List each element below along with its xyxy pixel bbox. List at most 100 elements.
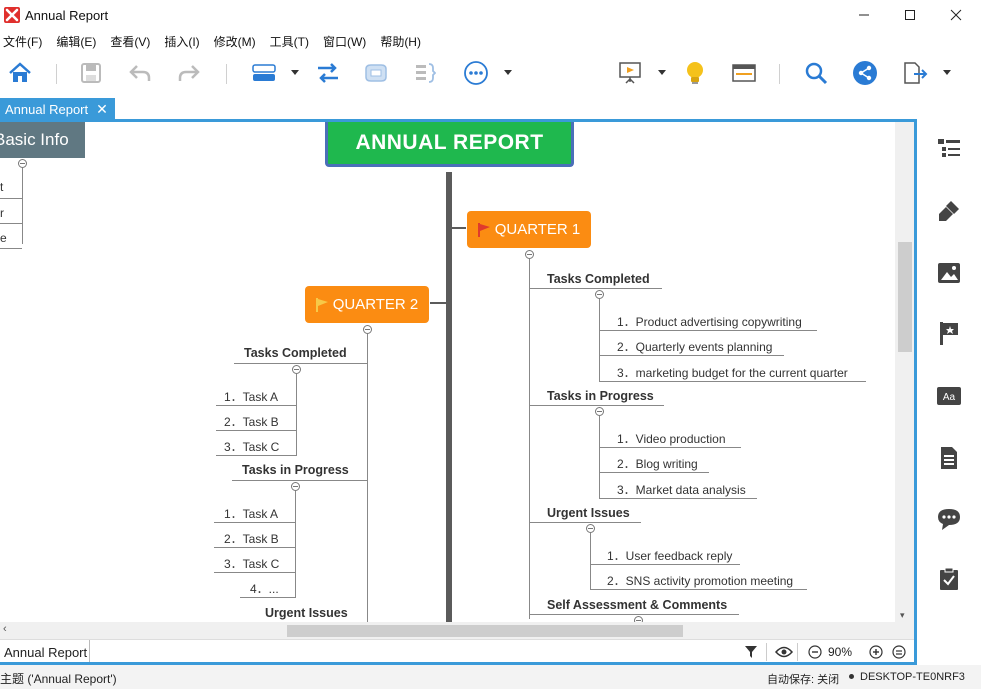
collapse-toggle[interactable] <box>595 407 604 416</box>
task-icon[interactable] <box>936 566 962 592</box>
redo-icon[interactable] <box>175 58 203 88</box>
home-icon[interactable] <box>6 58 34 88</box>
collapse-toggle[interactable] <box>291 482 300 491</box>
title-bar: Annual Report <box>0 0 981 30</box>
topic-quarter-2[interactable]: QUARTER 2 <box>305 286 429 323</box>
list-item[interactable]: 1．Product advertising copywriting <box>617 313 802 330</box>
document-tab[interactable]: Annual Report ✕ <box>0 98 115 120</box>
main-trunk-line <box>446 172 452 622</box>
subtopic-urgent-issues[interactable]: Urgent Issues <box>265 606 348 620</box>
list-item[interactable]: 3．Market data analysis <box>617 481 746 498</box>
sheet-bar: Annual Report 90% <box>0 639 914 662</box>
collapse-toggle[interactable] <box>18 159 27 168</box>
subtopic-tasks-completed[interactable]: Tasks Completed <box>244 346 347 360</box>
zoom-in-icon[interactable] <box>869 645 883 662</box>
subtopic-self-assessment[interactable]: Self Assessment & Comments <box>547 598 727 612</box>
collapse-toggle[interactable] <box>363 325 372 334</box>
close-button[interactable] <box>933 0 979 30</box>
toolbar-separator <box>226 64 227 84</box>
menu-insert[interactable]: 插入(I) <box>164 33 199 50</box>
basic-info-item[interactable]: e <box>0 231 7 245</box>
subtopic-tasks-in-progress[interactable]: Tasks in Progress <box>547 389 654 403</box>
horizontal-scrollbar[interactable]: ‹ <box>0 622 914 639</box>
vertical-scroll-thumb[interactable] <box>898 242 912 352</box>
presentation-icon[interactable] <box>616 58 644 88</box>
list-item[interactable]: 2．SNS activity promotion meeting <box>607 572 793 589</box>
brainstorm-icon[interactable] <box>681 58 709 88</box>
relationship-icon[interactable] <box>314 58 342 88</box>
topic-basic-info[interactable]: Basic Info <box>0 122 85 158</box>
central-topic[interactable]: ANNUAL REPORT <box>325 122 574 167</box>
list-item[interactable]: 3．marketing budget for the current quart… <box>617 364 848 381</box>
collapse-toggle[interactable] <box>292 365 301 374</box>
zoom-out-icon[interactable] <box>808 645 822 662</box>
menu-view[interactable]: 查看(V) <box>110 33 150 50</box>
subtopic-urgent-issues[interactable]: Urgent Issues <box>547 506 630 520</box>
basic-info-item[interactable]: r <box>0 206 4 220</box>
topic-icon[interactable] <box>250 58 278 88</box>
menu-edit[interactable]: 编辑(E) <box>56 33 96 50</box>
menu-file[interactable]: 文件(F) <box>3 33 42 50</box>
minimize-button[interactable] <box>841 0 887 30</box>
list-item[interactable]: 2．Quarterly events planning <box>617 338 772 355</box>
quarter-1-label: QUARTER 1 <box>494 221 581 238</box>
text-style-icon[interactable]: Aa <box>936 383 962 409</box>
comment-icon[interactable] <box>936 506 962 532</box>
list-item[interactable]: 1．Task A <box>224 388 278 405</box>
more-dropdown-icon[interactable] <box>504 70 512 75</box>
list-item[interactable]: 2．Blog writing <box>617 455 698 472</box>
collapse-toggle[interactable] <box>595 290 604 299</box>
image-icon[interactable] <box>936 260 962 286</box>
status-autosave[interactable]: 自动保存: 关闭 <box>767 671 839 687</box>
list-item[interactable]: 1．Task A <box>224 505 278 522</box>
list-item[interactable]: 1．User feedback reply <box>607 547 732 564</box>
menu-modify[interactable]: 修改(M) <box>214 33 256 50</box>
list-item[interactable]: 3．Task C <box>224 555 279 572</box>
subtopic-tasks-completed[interactable]: Tasks Completed <box>547 272 650 286</box>
topic-dropdown-icon[interactable] <box>291 70 299 75</box>
search-icon[interactable] <box>802 58 830 88</box>
mindmap-canvas[interactable]: Basic Info t r e ANNUAL REPORT QUARTER 1… <box>0 122 914 622</box>
outline-icon[interactable] <box>936 135 962 161</box>
collapse-toggle[interactable] <box>525 250 534 259</box>
list-item[interactable]: 2．Task B <box>224 413 279 430</box>
list-item[interactable]: 3．Task C <box>224 438 279 455</box>
share-icon[interactable] <box>851 58 879 88</box>
sheet-tab[interactable]: Annual Report <box>0 640 90 662</box>
scroll-down-icon[interactable]: ▾ <box>900 610 905 621</box>
collapse-toggle[interactable] <box>586 524 595 533</box>
format-brush-icon[interactable] <box>936 198 962 224</box>
filter-icon[interactable] <box>744 645 758 662</box>
more-icon[interactable] <box>462 58 490 88</box>
presentation-dropdown-icon[interactable] <box>658 70 666 75</box>
topic-quarter-1[interactable]: QUARTER 1 <box>467 211 591 248</box>
boundary-icon[interactable] <box>362 58 390 88</box>
menu-window[interactable]: 窗口(W) <box>323 33 366 50</box>
save-icon[interactable] <box>77 58 105 88</box>
export-dropdown-icon[interactable] <box>943 70 951 75</box>
outliner-icon[interactable] <box>730 58 758 88</box>
menu-help[interactable]: 帮助(H) <box>380 33 421 50</box>
list-item[interactable]: 2．Task B <box>224 530 279 547</box>
undo-icon[interactable] <box>126 58 154 88</box>
scroll-left-icon[interactable]: ‹ <box>3 623 7 635</box>
notes-icon[interactable] <box>936 445 962 471</box>
maximize-button[interactable] <box>887 0 933 30</box>
summary-icon[interactable] <box>411 58 439 88</box>
marker-flag-icon[interactable] <box>936 320 962 346</box>
horizontal-scroll-thumb[interactable] <box>287 625 683 637</box>
central-topic-label: ANNUAL REPORT <box>355 131 544 154</box>
basic-info-item[interactable]: t <box>0 180 3 194</box>
zoom-level[interactable]: 90% <box>828 645 852 659</box>
list-item[interactable]: 4．... <box>250 580 279 597</box>
eye-icon[interactable] <box>774 645 794 662</box>
fit-view-icon[interactable] <box>892 645 906 662</box>
sheet-tab-label: Annual Report <box>4 645 88 660</box>
menu-bar: 文件(F) 编辑(E) 查看(V) 插入(I) 修改(M) 工具(T) 窗口(W… <box>0 30 981 52</box>
menu-tools[interactable]: 工具(T) <box>270 33 309 50</box>
vertical-scrollbar[interactable]: ▾ <box>895 122 914 622</box>
close-tab-icon[interactable]: ✕ <box>96 101 108 118</box>
list-item[interactable]: 1．Video production <box>617 430 726 447</box>
subtopic-tasks-in-progress[interactable]: Tasks in Progress <box>242 463 349 477</box>
export-icon[interactable] <box>901 58 929 88</box>
